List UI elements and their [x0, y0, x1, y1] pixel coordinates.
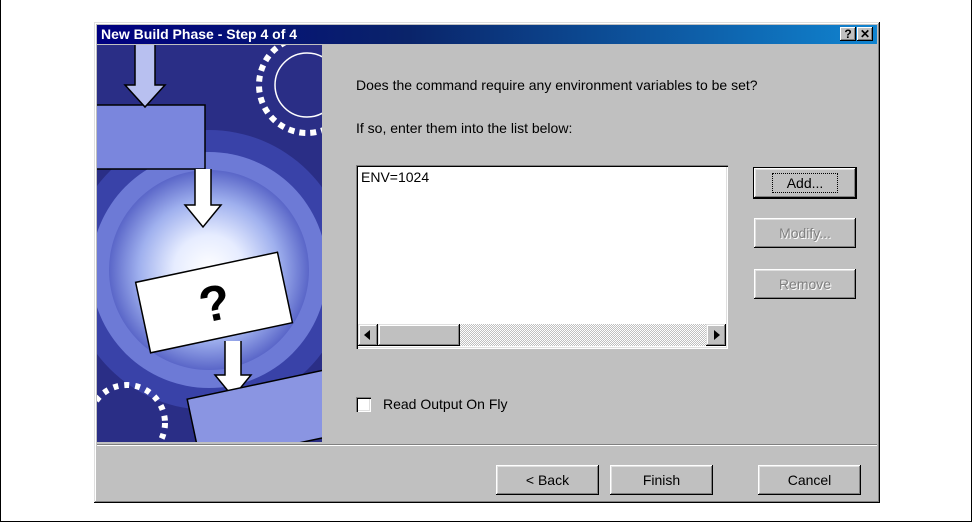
instruction-text: If so, enter them into the list below:: [356, 120, 573, 136]
read-output-checkbox-label[interactable]: Read Output On Fly: [383, 396, 508, 412]
read-output-checkbox[interactable]: [356, 397, 371, 412]
env-variable-list[interactable]: ENV=1024: [356, 165, 728, 349]
add-button-label: Add...: [771, 173, 839, 193]
back-button[interactable]: < Back: [496, 465, 599, 495]
question-text: Does the command require any environment…: [356, 77, 758, 93]
finish-button[interactable]: Finish: [610, 465, 713, 495]
title-bar[interactable]: New Build Phase - Step 4 of 4 ? ✕: [97, 25, 877, 44]
arrow-right-icon: [714, 330, 720, 340]
wizard-illustration: ?: [97, 45, 322, 442]
scroll-right-button[interactable]: [706, 324, 726, 346]
remove-button-label: Remove: [778, 276, 832, 292]
add-button[interactable]: Add...: [754, 168, 856, 198]
horizontal-scrollbar[interactable]: [358, 324, 726, 346]
modify-button[interactable]: Modify...: [754, 218, 856, 248]
scroll-left-button[interactable]: [358, 324, 378, 346]
modify-button-label: Modify...: [779, 225, 831, 241]
cancel-button[interactable]: Cancel: [758, 465, 861, 495]
back-button-label: < Back: [525, 472, 570, 488]
help-icon: ?: [844, 27, 852, 41]
new-build-phase-dialog: New Build Phase - Step 4 of 4 ? ✕ ? Does…: [94, 22, 880, 503]
close-icon: ✕: [859, 27, 871, 41]
close-button[interactable]: ✕: [857, 27, 873, 41]
cancel-button-label: Cancel: [787, 472, 832, 488]
arrow-left-icon: [364, 330, 370, 340]
scroll-thumb[interactable]: [378, 324, 460, 346]
help-button[interactable]: ?: [840, 27, 856, 41]
finish-button-label: Finish: [642, 472, 681, 488]
footer-separator: [97, 444, 877, 446]
dialog-title: New Build Phase - Step 4 of 4: [101, 26, 298, 42]
wizard-illustration-graphic: ?: [97, 45, 322, 442]
remove-button[interactable]: Remove: [754, 269, 856, 299]
list-item[interactable]: ENV=1024: [361, 169, 429, 185]
